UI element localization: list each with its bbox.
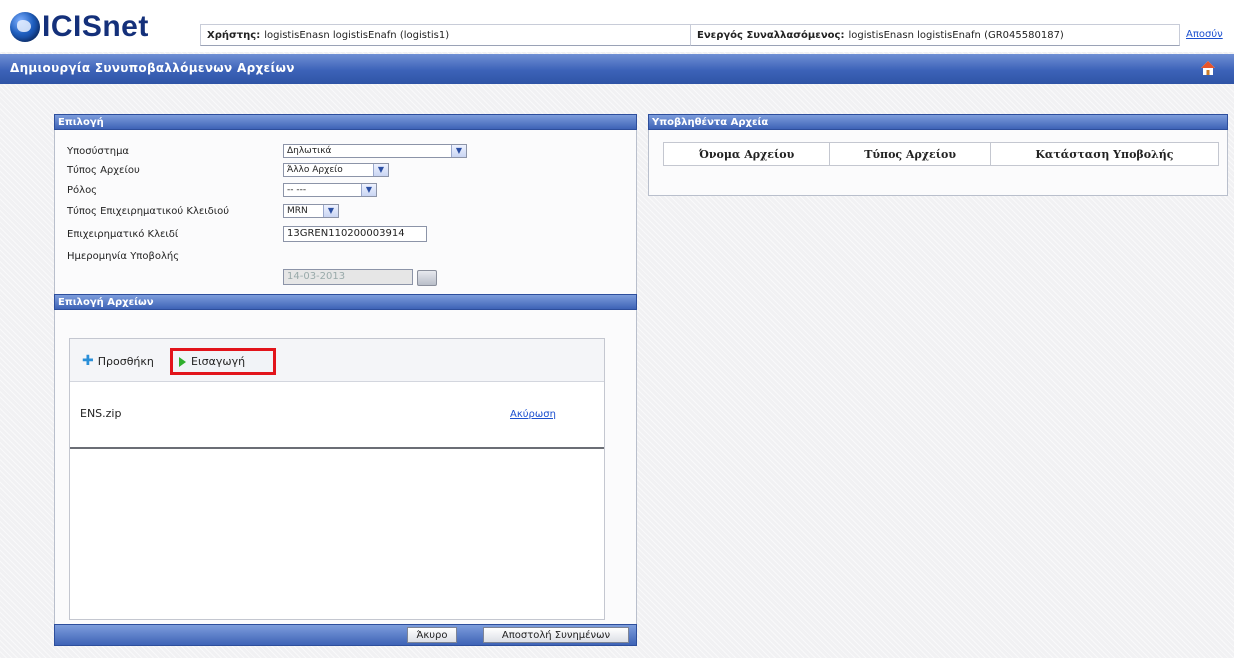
- send-attachments-button[interactable]: Αποστολή Συνημένων: [483, 627, 629, 643]
- globe-icon: [10, 12, 40, 42]
- business-key-value: 13GREN110200003914: [287, 228, 405, 239]
- submission-date-label: Ημερομηνία Υποβολής: [67, 251, 180, 262]
- selection-panel-title: Επιλογή: [54, 114, 637, 130]
- submitted-files-table: Όνομα Αρχείου Τύπος Αρχείου Κατάσταση Υπ…: [663, 142, 1219, 166]
- chevron-down-icon: ▼: [361, 184, 376, 196]
- role-select[interactable]: -- --- ▼: [283, 183, 377, 197]
- column-header-file-type[interactable]: Τύπος Αρχείου: [830, 143, 991, 165]
- chevron-down-icon: ▼: [323, 205, 338, 217]
- home-icon[interactable]: [1200, 60, 1216, 76]
- subsystem-value: Δηλωτικά: [287, 146, 332, 156]
- user-info: Χρήστης: logistisEnasn logistisEnafn (lo…: [200, 24, 692, 46]
- role-label: Ρόλος: [67, 185, 98, 196]
- column-header-file-name[interactable]: Όνομα Αρχείου: [664, 143, 831, 165]
- key-type-value: MRN: [287, 206, 308, 216]
- submission-date-input: 14-03-2013: [283, 269, 413, 285]
- subsystem-label: Υποσύστημα: [67, 146, 130, 157]
- page-title-bar: Δημιουργία Συνυποβαλλόμενων Αρχείων: [0, 54, 1234, 84]
- action-bar: Άκυρο Αποστολή Συνημένων: [54, 624, 637, 646]
- add-file-label: Προσθήκη: [97, 354, 154, 368]
- cancel-button[interactable]: Άκυρο: [407, 627, 457, 643]
- business-key-input[interactable]: 13GREN110200003914: [283, 226, 427, 242]
- logout-link[interactable]: Αποσύν: [1186, 29, 1234, 40]
- icisnet-logo: ICISnet: [10, 10, 149, 44]
- cancel-file-link[interactable]: Ακύρωση: [510, 409, 556, 420]
- chevron-down-icon: ▼: [373, 164, 388, 176]
- column-header-submission-status[interactable]: Κατάσταση Υποβολής: [991, 143, 1218, 165]
- role-value: -- ---: [287, 185, 307, 195]
- plus-icon: ✚: [82, 353, 94, 369]
- file-type-select[interactable]: Άλλο Αρχείο ▼: [283, 163, 389, 177]
- file-selection-panel-body: ✚ Προσθήκη Εισαγωγή ENS.zip Ακύρωση: [54, 310, 637, 634]
- file-uploader: ✚ Προσθήκη Εισαγωγή ENS.zip Ακύρωση: [69, 338, 605, 620]
- submission-date-value: 14-03-2013: [287, 271, 346, 282]
- file-selection-panel: Επιλογή Αρχείων ✚ Προσθήκη Εισαγωγή ENS.…: [54, 294, 637, 634]
- file-type-value: Άλλο Αρχείο: [287, 165, 343, 175]
- subsystem-select[interactable]: Δηλωτικά ▼: [283, 144, 467, 158]
- import-label: Εισαγωγή: [191, 355, 246, 368]
- user-label: Χρήστης:: [207, 29, 261, 41]
- business-key-label: Επιχειρηματικό Κλειδί: [67, 229, 179, 240]
- active-trader-label: Ενεργός Συναλλασόμενος:: [697, 29, 845, 41]
- page-title: Δημιουργία Συνυποβαλλόμενων Αρχείων: [10, 61, 295, 75]
- file-type-label: Τύπος Αρχείου: [67, 165, 140, 176]
- add-file-button[interactable]: ✚ Προσθήκη: [78, 350, 158, 372]
- active-trader-value: logistisEnasn logistisEnafn (GR045580187…: [848, 29, 1064, 41]
- submitted-files-panel: Υποβληθέντα Αρχεία Όνομα Αρχείου Τύπος Α…: [648, 114, 1228, 196]
- selection-panel: Επιλογή Υποσύστημα Δηλωτικά ▼ Τύπος Αρχε…: [54, 114, 637, 302]
- calendar-icon: [417, 270, 437, 286]
- selection-panel-body: Υποσύστημα Δηλωτικά ▼ Τύπος Αρχείου Άλλο…: [54, 130, 637, 302]
- file-selection-panel-title: Επιλογή Αρχείων: [54, 294, 637, 310]
- uploader-toolbar: ✚ Προσθήκη Εισαγωγή: [70, 339, 604, 382]
- submitted-files-panel-body: Όνομα Αρχείου Τύπος Αρχείου Κατάσταση Υπ…: [648, 130, 1228, 196]
- file-list-item: ENS.zip Ακύρωση: [70, 381, 604, 449]
- user-value: logistisEnasn logistisEnafn (logistis1): [264, 29, 450, 41]
- key-type-label: Τύπος Επιχειρηματικού Κλειδιού: [67, 206, 230, 217]
- logo-text: ICISnet: [42, 10, 149, 43]
- import-button[interactable]: Εισαγωγή: [170, 348, 276, 375]
- key-type-select[interactable]: MRN ▼: [283, 204, 339, 218]
- active-trader-info: Ενεργός Συναλλασόμενος: logistisEnasn lo…: [690, 24, 1180, 46]
- chevron-down-icon: ▼: [451, 145, 466, 157]
- file-name: ENS.zip: [80, 407, 122, 420]
- submitted-files-panel-title: Υποβληθέντα Αρχεία: [648, 114, 1228, 130]
- play-icon: [179, 356, 186, 367]
